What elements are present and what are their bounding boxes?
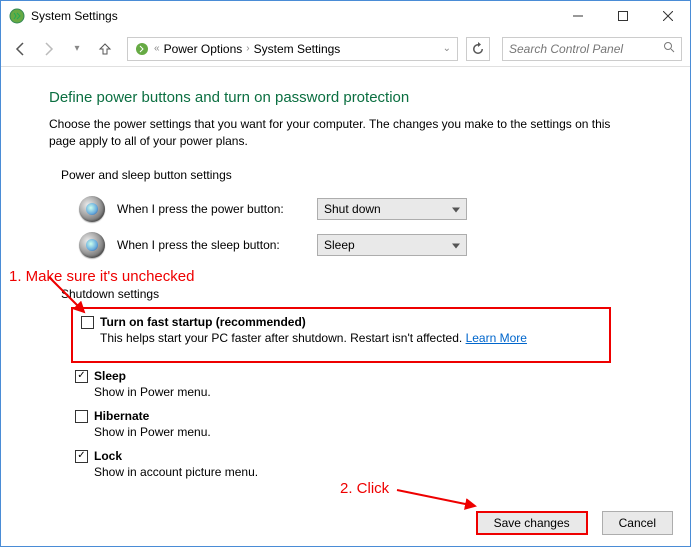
sleep-button-select[interactable]: Sleep <box>317 234 467 256</box>
breadcrumb-icon <box>134 41 150 57</box>
footer: Save changes Cancel <box>476 511 673 535</box>
back-button[interactable] <box>9 37 33 61</box>
search-icon <box>663 41 675 56</box>
sleep-cb-desc: Show in Power menu. <box>94 385 211 399</box>
group-title-shutdown: Shutdown settings <box>61 287 642 301</box>
chevron-down-icon[interactable]: ⌄ <box>443 43 451 54</box>
search-placeholder: Search Control Panel <box>509 42 663 56</box>
sleep-cb-title: Sleep <box>94 369 211 383</box>
breadcrumb[interactable]: « Power Options › System Settings ⌄ <box>127 37 458 61</box>
sleep-checkbox[interactable] <box>75 370 88 383</box>
chevron-icon: › <box>246 43 249 54</box>
save-changes-button[interactable]: Save changes <box>476 511 588 535</box>
chevron-icon: « <box>154 43 160 54</box>
breadcrumb-item[interactable]: System Settings <box>254 42 341 56</box>
fast-startup-highlight: Turn on fast startup (recommended) This … <box>71 307 611 363</box>
titlebar: System Settings <box>1 1 690 31</box>
fast-startup-desc: This helps start your PC faster after sh… <box>100 331 527 345</box>
toolbar: ▾ « Power Options › System Settings ⌄ Se… <box>1 31 690 67</box>
fast-startup-title: Turn on fast startup (recommended) <box>100 315 527 329</box>
power-icon <box>79 196 105 222</box>
breadcrumb-item[interactable]: Power Options <box>164 42 243 56</box>
page-heading: Define power buttons and turn on passwor… <box>49 89 642 106</box>
sleep-button-label: When I press the sleep button: <box>117 238 317 252</box>
power-button-select[interactable]: Shut down <box>317 198 467 220</box>
recent-dropdown[interactable]: ▾ <box>65 37 89 61</box>
lock-desc: Show in account picture menu. <box>94 465 258 479</box>
lock-title: Lock <box>94 449 258 463</box>
up-button[interactable] <box>93 37 117 61</box>
hibernate-desc: Show in Power menu. <box>94 425 211 439</box>
page-intro: Choose the power settings that you want … <box>49 116 619 150</box>
forward-button[interactable] <box>37 37 61 61</box>
window-title: System Settings <box>31 9 555 23</box>
minimize-button[interactable] <box>555 1 600 31</box>
refresh-button[interactable] <box>466 37 490 61</box>
hibernate-title: Hibernate <box>94 409 211 423</box>
maximize-button[interactable] <box>600 1 645 31</box>
annotation-step1: 1. Make sure it's unchecked <box>9 268 642 285</box>
annotation-step2: 2. Click <box>340 480 389 497</box>
search-input[interactable]: Search Control Panel <box>502 37 682 61</box>
close-button[interactable] <box>645 1 690 31</box>
sleep-icon <box>79 232 105 258</box>
hibernate-checkbox[interactable] <box>75 410 88 423</box>
power-button-row: When I press the power button: Shut down <box>79 196 642 222</box>
cancel-button[interactable]: Cancel <box>602 511 673 535</box>
power-button-label: When I press the power button: <box>117 202 317 216</box>
annotation-arrow-2 <box>395 484 485 514</box>
lock-checkbox[interactable] <box>75 450 88 463</box>
fast-startup-checkbox[interactable] <box>81 316 94 329</box>
sleep-button-row: When I press the sleep button: Sleep <box>79 232 642 258</box>
learn-more-link[interactable]: Learn More <box>466 331 527 345</box>
app-icon <box>9 8 25 24</box>
group-title-buttons: Power and sleep button settings <box>61 168 642 182</box>
